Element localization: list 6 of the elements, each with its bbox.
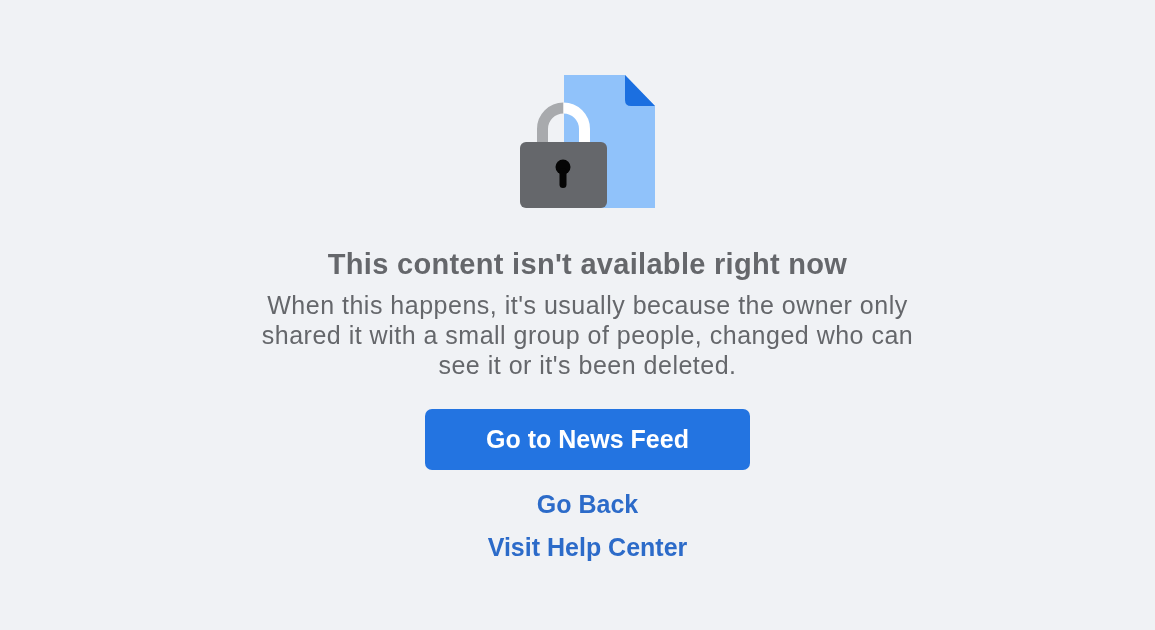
news-feed-button[interactable]: Go to News Feed	[425, 409, 750, 470]
message-text: When this happens, it's usually because the owner only shared it with a small group of people, changed who can see it or it's been deleted.	[260, 290, 915, 380]
padlock-document-icon	[520, 75, 655, 208]
text-link[interactable]: Go Back	[536, 489, 639, 519]
message-title: This content isn't available right now	[327, 247, 848, 281]
text-link[interactable]: Visit Help Center	[487, 532, 688, 562]
